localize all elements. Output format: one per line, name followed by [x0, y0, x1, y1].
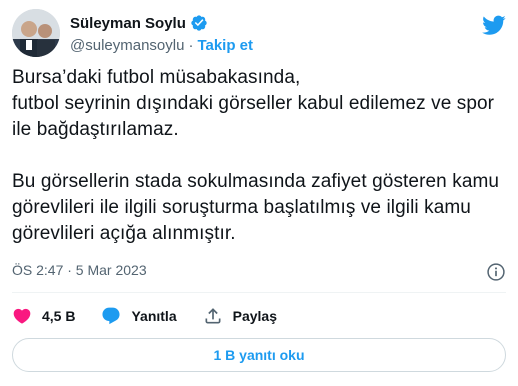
avatar[interactable]: [12, 9, 60, 57]
share-upload-icon: [205, 308, 221, 324]
tweet-meta: ÖS 2:47 · 5 Mar 2023: [12, 262, 506, 282]
like-count: 4,5 B: [42, 308, 76, 324]
tweet-timestamp[interactable]: ÖS 2:47 · 5 Mar 2023: [12, 262, 147, 278]
reply-button[interactable]: Yanıtla: [101, 306, 177, 326]
follow-button[interactable]: Takip et: [197, 37, 253, 54]
reply-label: Yanıtla: [131, 308, 177, 324]
tweet-text: Bursa’daki futbol müsabakasında, futbol …: [12, 65, 506, 247]
tweet-paragraph: Bursa’daki futbol müsabakasında, futbol …: [12, 67, 495, 140]
speech-bubble-icon: [102, 307, 121, 325]
divider: [12, 292, 506, 293]
info-icon[interactable]: [486, 262, 506, 282]
share-label: Paylaş: [232, 308, 277, 324]
tweet-header: Süleyman Soylu @suleymansoylu · Takip et: [12, 9, 506, 59]
read-replies-button[interactable]: 1 B yanıtı oku: [12, 338, 506, 372]
display-name[interactable]: Süleyman Soylu: [70, 15, 186, 32]
tweet-actions: 4,5 B Yanıtla Paylaş: [12, 306, 303, 326]
tweet-card: Süleyman Soylu @suleymansoylu · Takip et: [0, 0, 518, 386]
separator-dot: ·: [188, 36, 194, 54]
heart-icon: [13, 308, 31, 324]
tweet-paragraph: Bu görsellerin stada sokulmasında zafiye…: [12, 171, 500, 244]
user-handle[interactable]: @suleymansoylu: [70, 37, 184, 54]
like-button[interactable]: 4,5 B: [12, 306, 75, 326]
verified-badge-icon: [190, 14, 208, 32]
twitter-bird-icon[interactable]: [482, 13, 506, 37]
share-button[interactable]: Paylaş: [203, 306, 277, 326]
